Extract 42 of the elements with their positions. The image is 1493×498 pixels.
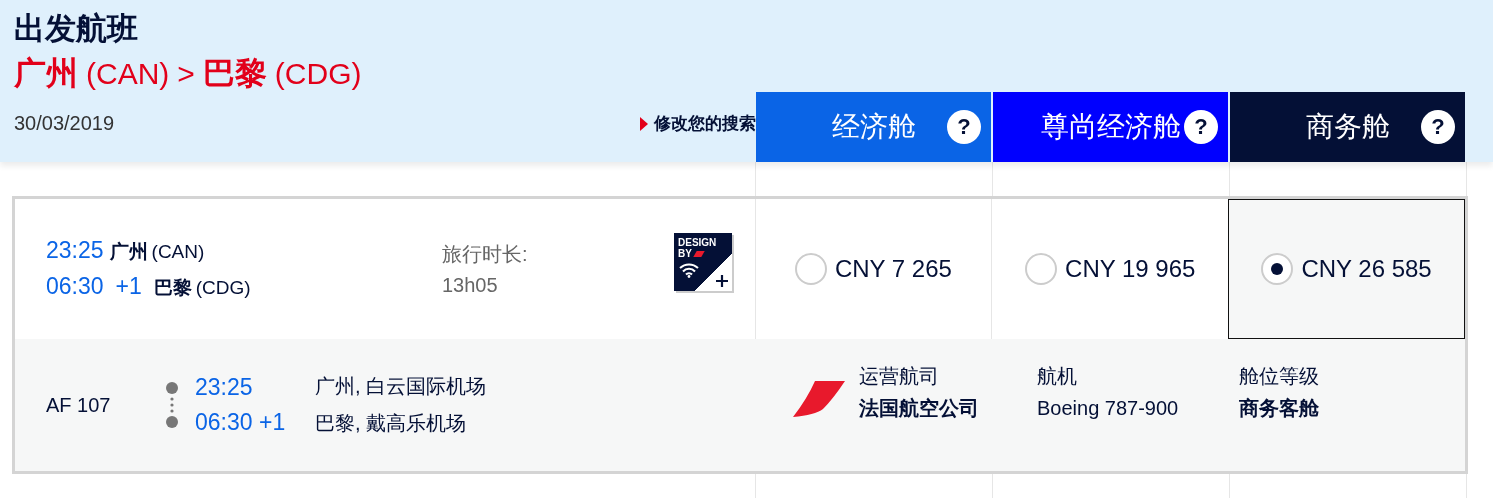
cabin-tab[interactable]: 尊尚经济舱 ? [993,92,1228,162]
aircraft-type: Boeing 787-900 [1037,396,1179,421]
duration-label: 旅行时长: [442,242,529,267]
arrival-time: 06:30 +1 [195,409,287,436]
operator-label: 运营航司 [859,364,940,389]
modify-search-link[interactable]: 修改您的搜索 [654,112,756,135]
flight-date: 30/03/2019 [14,112,115,135]
timeline-icon [165,382,179,428]
departure-code: (CAN) [151,241,205,263]
cabin-class: 商务客舱 [1239,396,1320,421]
departure-time: 23:25 [46,237,104,264]
origin-code: (CAN) [86,57,170,91]
fare-option[interactable]: CNY 26 585 [1228,199,1465,339]
arrival-time: 06:30 [46,273,104,300]
airline-logo-icon [793,381,845,417]
departure-time: 23:25 [195,374,254,401]
departure-city: 广州 [109,240,148,264]
help-icon[interactable]: ? [947,110,981,144]
design-wifi-badge: DESIGN BY [674,233,732,291]
help-icon[interactable]: ? [1184,110,1218,144]
cabin-tab[interactable]: 经济舱 ? [756,92,991,162]
page-title: 出发航班 [14,10,139,48]
route-separator: > [177,57,195,91]
help-icon[interactable]: ? [1421,110,1455,144]
destination-code: (CDG) [274,57,362,91]
radio-button[interactable] [1261,253,1294,285]
operator-name: 法国航空公司 [859,396,980,421]
radio-button[interactable] [1025,253,1058,285]
arrival-airport: 巴黎, 戴高乐机场 [315,411,468,436]
aircraft-label: 航机 [1037,364,1078,389]
cabin-class-label: 舱位等级 [1239,364,1320,389]
arrival-code: (CDG) [195,277,251,299]
flight-number: AF 107 [45,393,112,417]
day-offset: +1 [115,273,142,300]
origin-city: 广州 [14,54,78,93]
radio-button[interactable] [794,253,827,285]
duration-value: 13h05 [442,274,499,297]
departure-airport: 广州, 白云国际机场 [315,374,488,399]
arrival-city: 巴黎 [153,276,192,300]
triangle-icon [640,116,648,131]
destination-city: 巴黎 [202,54,267,93]
cabin-tab[interactable]: 商务舱 ? [1230,92,1465,162]
